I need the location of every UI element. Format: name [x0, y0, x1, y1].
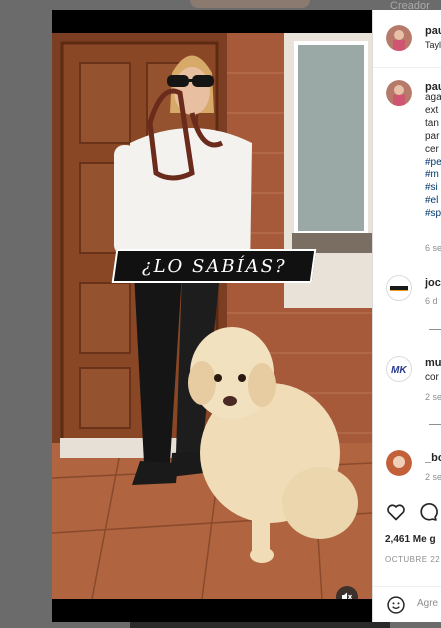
caption-line: cer	[425, 143, 439, 155]
background-strip	[130, 622, 390, 628]
hashtag-link[interactable]: #sp	[425, 208, 441, 221]
comment-username[interactable]: mu	[425, 357, 441, 369]
comment-avatar[interactable]	[386, 275, 412, 301]
overlay-caption-text: ¿LO SABÍAS?	[141, 255, 287, 277]
hashtag-link[interactable]: #m	[425, 169, 441, 182]
hashtag-link[interactable]: #el	[425, 195, 441, 208]
caption-time[interactable]: 6 se	[425, 243, 441, 253]
post-modal: ¿LO SABÍAS? pau Tayl pau aga ext tan	[52, 10, 441, 622]
view-replies-line[interactable]	[429, 424, 441, 425]
hashtag-link[interactable]: #pe	[425, 157, 441, 170]
caption-avatar[interactable]	[386, 80, 412, 106]
comment-username[interactable]: _bo	[425, 452, 441, 464]
svg-text:MK: MK	[391, 365, 407, 376]
comment-avatar[interactable]	[386, 450, 412, 476]
post-header: pau Tayl	[373, 10, 441, 68]
view-replies-line[interactable]	[429, 329, 441, 330]
caption-line: ext	[425, 104, 439, 116]
post-date: OCTUBRE 22	[385, 555, 441, 564]
comment-username[interactable]: joc	[425, 277, 441, 289]
video-overlay-caption: ¿LO SABÍAS?	[111, 249, 317, 283]
caption-text: aga ext tan par cer #pe #m #si #el #sp	[425, 92, 441, 221]
comment-icon[interactable]	[418, 502, 438, 522]
heart-icon[interactable]	[386, 502, 406, 522]
comment-time[interactable]: 2 se	[425, 392, 441, 402]
add-comment-input[interactable]: Agre	[417, 598, 438, 609]
speaker-muted-icon	[342, 592, 352, 599]
comment-time[interactable]: 2 se	[425, 472, 441, 482]
hashtag-link[interactable]: #si	[425, 182, 441, 195]
caption-line: aga	[425, 92, 441, 103]
author-username[interactable]: pau	[425, 25, 441, 37]
reel-video[interactable]: ¿LO SABÍAS?	[52, 33, 372, 599]
caption-line: par	[425, 130, 440, 142]
author-avatar[interactable]	[386, 25, 412, 51]
emoji-icon[interactable]	[386, 595, 406, 615]
background-thumbnail	[190, 0, 310, 8]
comment-time[interactable]: 6 d	[425, 296, 438, 306]
add-comment-bar: Agre	[373, 586, 441, 622]
comment-text: cor	[425, 372, 439, 383]
post-media[interactable]: ¿LO SABÍAS?	[52, 10, 372, 622]
like-count[interactable]: 2,461 Me g	[385, 534, 436, 545]
comment-avatar[interactable]: MK	[386, 356, 412, 382]
video-frame	[52, 33, 372, 599]
caption-line: tan	[425, 117, 439, 129]
action-bar	[373, 498, 441, 526]
audio-subtitle[interactable]: Tayl	[425, 40, 441, 50]
post-side-panel: pau Tayl pau aga ext tan par cer #pe #m …	[372, 10, 441, 622]
